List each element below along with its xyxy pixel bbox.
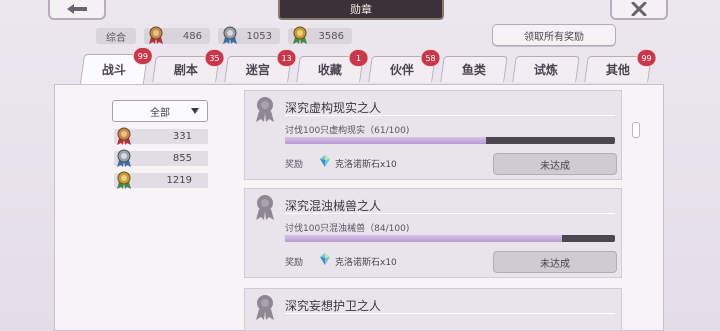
locked-medal-icon — [256, 195, 274, 220]
back-button[interactable] — [48, 0, 106, 20]
achievement-desc: 讨伐100只混浊械兽（84/100) — [285, 224, 410, 234]
page-title: 勋章 — [278, 0, 444, 20]
reward-label: 奖励 — [285, 258, 304, 268]
summary-bronze: 486 — [144, 26, 210, 44]
chronos-stone-icon — [320, 253, 330, 265]
progress-fill — [285, 137, 487, 144]
count-silver: 855 — [114, 149, 208, 167]
tab-label: 鱼类 — [461, 63, 486, 77]
summary-silver: 1053 — [218, 26, 280, 44]
tab-other[interactable]: 其他 99 — [584, 49, 657, 82]
progress-bar — [285, 235, 615, 242]
silver-medal-icon — [223, 26, 237, 44]
achievement-card: 深究混浊械兽之人 讨伐100只混浊械兽（84/100) 奖励 克洛诺斯石x10 … — [244, 188, 622, 278]
filter-dropdown[interactable]: 全部 — [112, 100, 208, 122]
achievement-card: 深究妄想护卫之人 — [244, 288, 622, 331]
locked-medal-icon — [256, 97, 274, 122]
progress-fill — [285, 235, 563, 242]
claim-all-button[interactable]: 领取所有奖励 — [492, 24, 616, 46]
tab-collection[interactable]: 收藏 1 — [296, 49, 369, 82]
status-button[interactable]: 未达成 — [493, 153, 617, 175]
close-button[interactable] — [610, 0, 668, 20]
count-value: 331 — [172, 131, 192, 142]
chevron-down-icon — [191, 108, 199, 114]
chronos-stone-icon — [320, 155, 330, 167]
bronze-count: 486 — [182, 30, 202, 42]
locked-medal-icon — [256, 295, 274, 320]
gold-medal-icon — [117, 171, 131, 189]
tab-maze[interactable]: 迷宫 13 — [224, 49, 297, 82]
count-bronze: 331 — [114, 127, 208, 145]
scrollbar[interactable] — [632, 122, 640, 138]
tab-label: 战斗 — [101, 63, 126, 77]
gold-count: 3586 — [318, 30, 344, 42]
tab-label: 试炼 — [533, 63, 558, 77]
achievement-title: 深究虚构现实之人 — [285, 101, 382, 115]
tab-badge: 99 — [132, 47, 153, 65]
silver-count: 1053 — [246, 30, 272, 42]
count-value: 855 — [172, 153, 192, 164]
reward-label: 奖励 — [285, 160, 304, 170]
tab-label: 伙伴 — [389, 63, 414, 77]
divider — [285, 313, 615, 314]
bronze-medal-icon — [117, 127, 131, 145]
tab-badge: 13 — [276, 49, 297, 67]
achievement-desc: 讨伐100只虚构现实（61/100) — [285, 126, 410, 136]
summary-gold: 3586 — [288, 26, 352, 44]
back-arrow-icon — [67, 4, 87, 14]
count-gold: 1219 — [114, 171, 208, 189]
gold-medal-icon — [293, 26, 307, 44]
achievement-title: 深究妄想护卫之人 — [285, 299, 382, 313]
tab-badge: 58 — [420, 49, 441, 67]
tab-badge: 1 — [348, 49, 369, 67]
tab-companion[interactable]: 伙伴 58 — [368, 49, 441, 82]
count-value: 1219 — [166, 175, 192, 186]
tab-script[interactable]: 剧本 35 — [152, 49, 225, 82]
bronze-medal-icon — [149, 26, 163, 44]
summary-label: 综合 — [96, 28, 136, 44]
tab-badge: 99 — [636, 49, 657, 67]
tab-fish[interactable]: 鱼类 — [440, 56, 508, 82]
divider — [285, 115, 615, 116]
silver-medal-icon — [117, 149, 131, 167]
achievement-card: 深究虚构现实之人 讨伐100只虚构现实（61/100) 奖励 克洛诺斯石x10 … — [244, 90, 622, 180]
reward-item: 克洛诺斯石x10 — [335, 160, 397, 170]
tab-label: 其他 — [605, 63, 630, 77]
divider — [285, 213, 615, 214]
tab-label: 剧本 — [173, 63, 198, 77]
tab-badge: 35 — [204, 49, 225, 67]
tab-trial[interactable]: 试炼 — [512, 56, 580, 82]
tab-label: 收藏 — [317, 63, 342, 77]
top-bar: 勋章 — [0, 0, 720, 22]
tab-battle[interactable]: 战斗 99 — [79, 47, 153, 84]
progress-bar — [285, 137, 615, 144]
achievement-title: 深究混浊械兽之人 — [285, 199, 382, 213]
status-button[interactable]: 未达成 — [493, 251, 617, 273]
tab-label: 迷宫 — [245, 63, 270, 77]
close-x-icon — [631, 2, 647, 16]
reward-item: 克洛诺斯石x10 — [335, 258, 397, 268]
filter-value: 全部 — [150, 107, 170, 119]
